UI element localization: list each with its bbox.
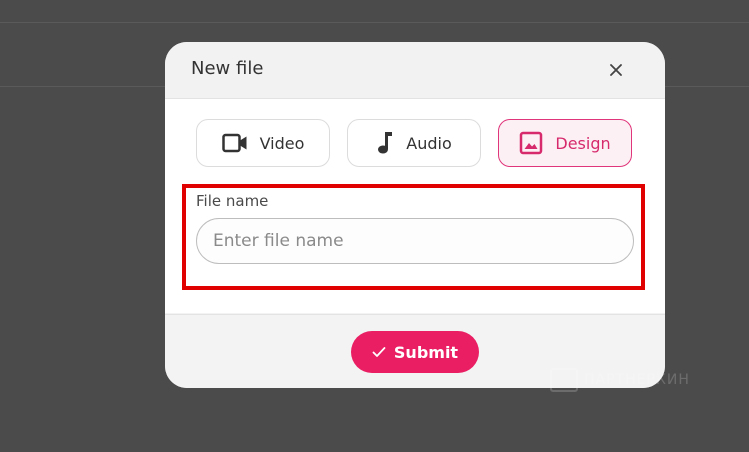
file-name-input[interactable] (196, 218, 634, 264)
type-button-label: Audio (406, 133, 452, 153)
music-note-icon (376, 131, 394, 155)
modal-body: Video Audio Design File name (165, 99, 665, 313)
file-name-label: File name (196, 192, 269, 210)
watermark: ПАРТНЕРКИН (550, 368, 690, 392)
watermark-logo-icon (550, 368, 578, 392)
submit-label: Submit (393, 342, 459, 362)
type-button-label: Design (555, 133, 611, 153)
video-camera-icon (221, 133, 248, 153)
type-button-video[interactable]: Video (196, 119, 330, 167)
close-button[interactable] (605, 59, 627, 81)
submit-button[interactable]: Submit (351, 331, 479, 373)
check-icon (372, 347, 386, 357)
close-icon (610, 64, 622, 76)
modal-header: New file (165, 42, 665, 99)
backdrop-divider (0, 22, 749, 23)
watermark-text: ПАРТНЕРКИН (584, 372, 690, 388)
new-file-modal: New file Video Audio Design File name En… (165, 42, 665, 388)
type-button-audio[interactable]: Audio (347, 119, 481, 167)
modal-title: New file (191, 58, 264, 79)
type-button-design[interactable]: Design (498, 119, 632, 167)
type-button-label: Video (259, 133, 305, 153)
image-icon (519, 131, 543, 155)
